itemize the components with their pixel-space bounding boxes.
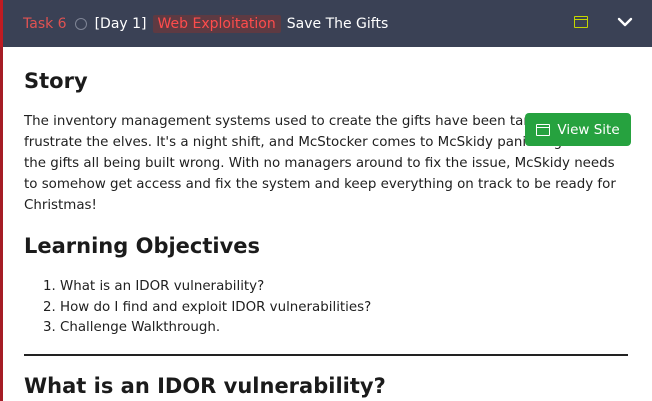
window-icon bbox=[536, 123, 551, 136]
story-heading: Story bbox=[24, 69, 88, 93]
idor-heading: What is an IDOR vulnerability? bbox=[24, 374, 386, 398]
list-item: How do I find and exploit IDOR vulnerabi… bbox=[60, 298, 371, 319]
section-divider bbox=[24, 354, 628, 356]
circle-icon bbox=[74, 17, 87, 30]
task-card: Task 6 [Day 1] Web Exploitation Save The… bbox=[0, 0, 652, 401]
category-badge: Web Exploitation bbox=[152, 14, 281, 33]
chevron-down-icon[interactable] bbox=[617, 14, 633, 30]
window-icon[interactable] bbox=[574, 16, 588, 28]
task-number: Task 6 bbox=[23, 15, 67, 32]
task-header[interactable]: Task 6 [Day 1] Web Exploitation Save The… bbox=[0, 0, 652, 47]
list-item: What is an IDOR vulnerability? bbox=[60, 277, 371, 298]
objectives-list: What is an IDOR vulnerability? How do I … bbox=[24, 277, 371, 339]
list-item: Challenge Walkthrough. bbox=[60, 318, 371, 339]
task-body: Story The inventory management systems u… bbox=[0, 47, 652, 401]
task-title: Save The Gifts bbox=[286, 15, 389, 32]
objectives-heading: Learning Objectives bbox=[24, 234, 261, 258]
view-site-label: View Site bbox=[557, 121, 620, 138]
task-day: [Day 1] bbox=[94, 15, 147, 32]
view-site-button[interactable]: View Site bbox=[525, 113, 631, 146]
